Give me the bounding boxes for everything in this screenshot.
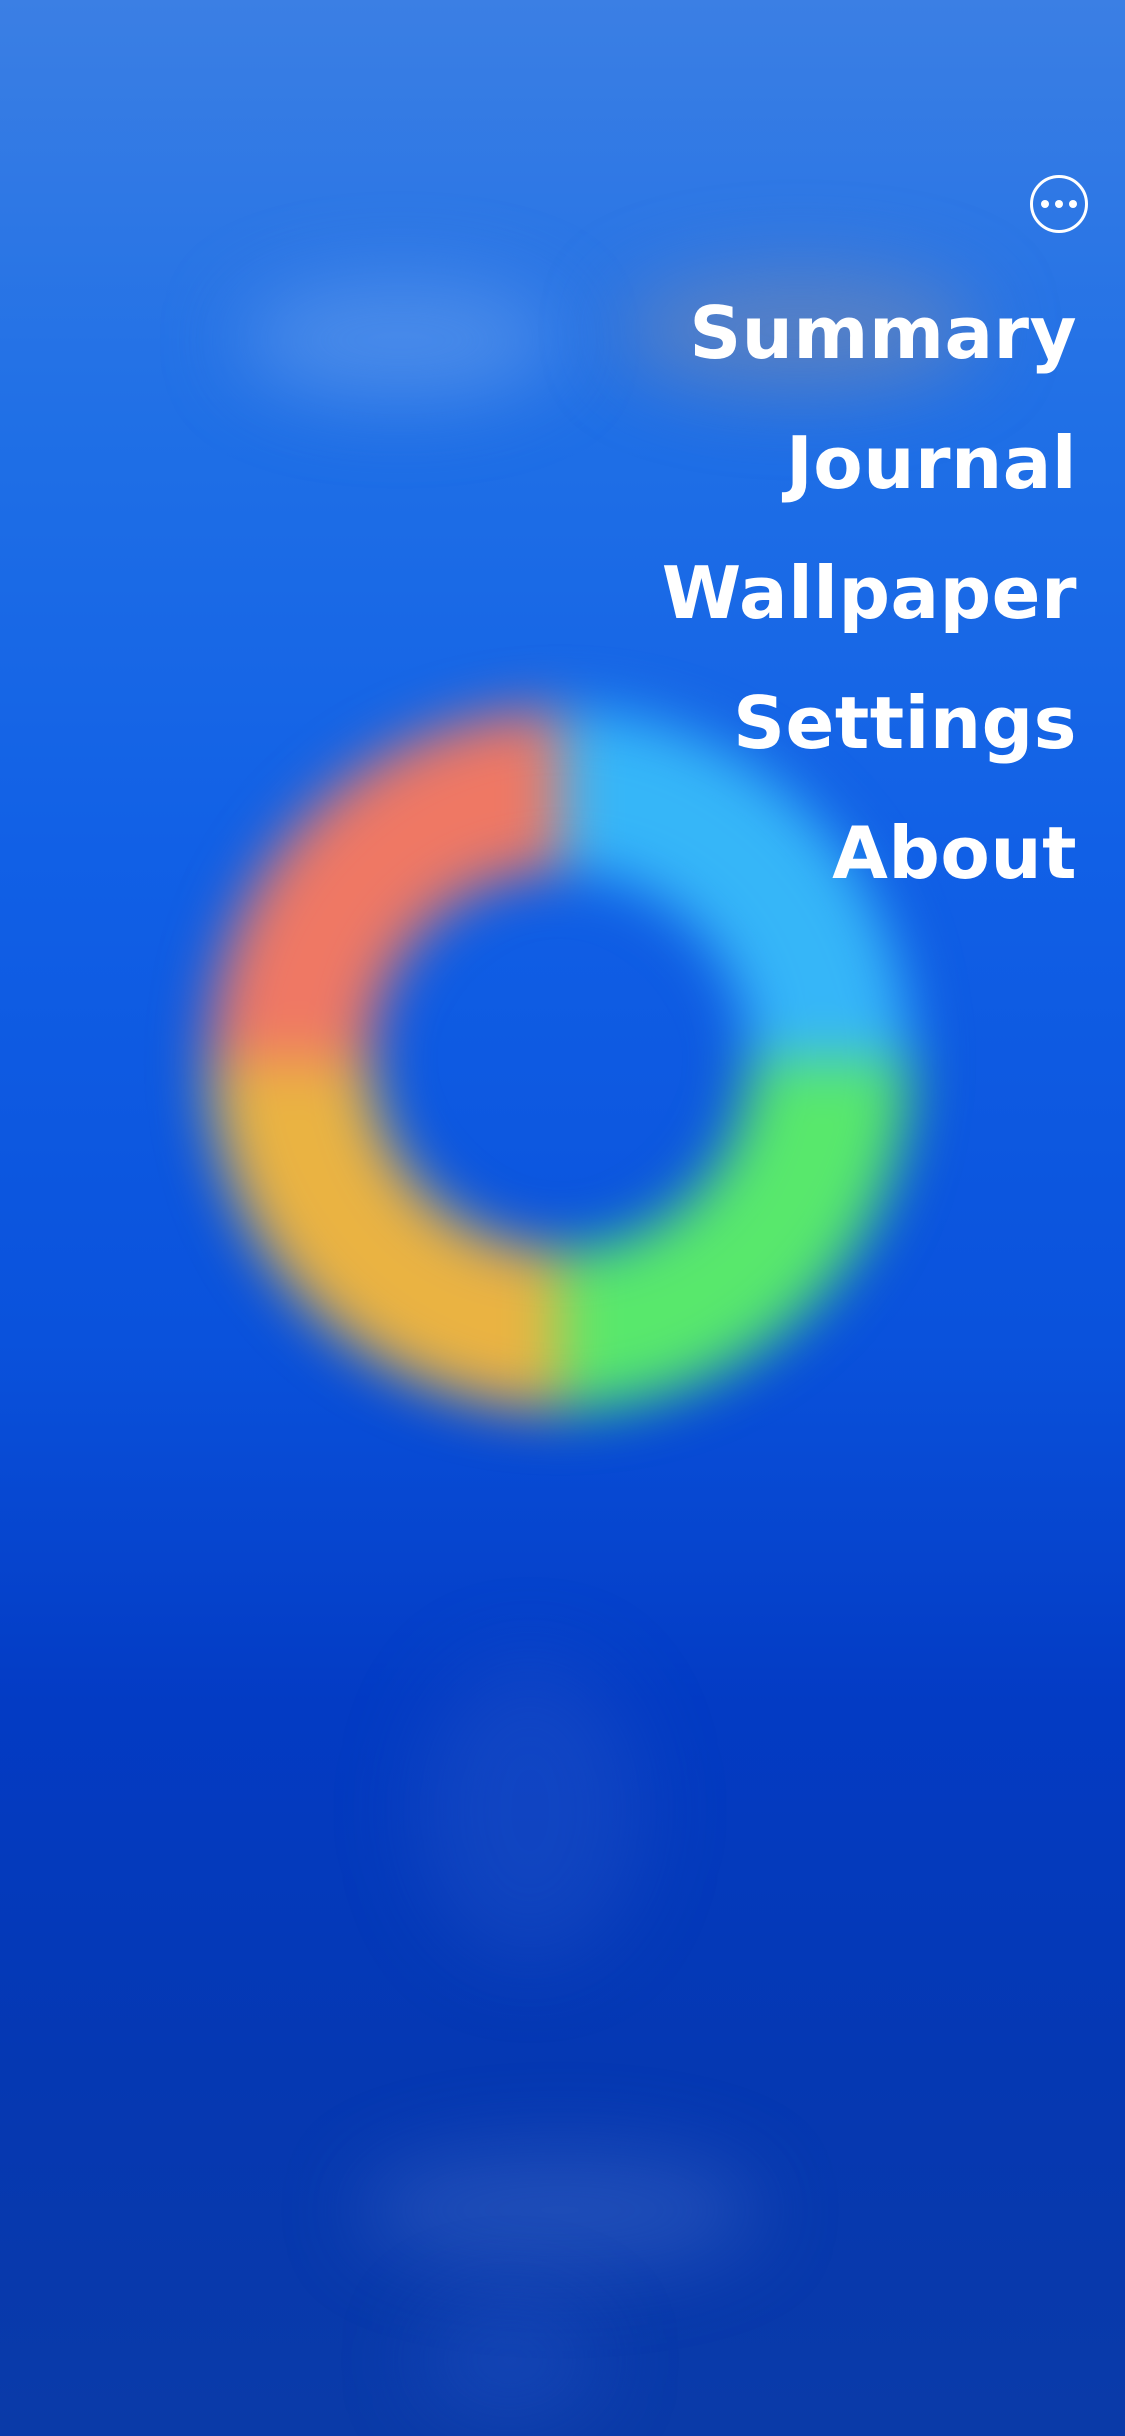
background-blur-blob <box>360 2150 760 2270</box>
background-blur-blob <box>420 1660 640 1960</box>
ring-segment-yellow <box>210 1058 562 1410</box>
more-options-button[interactable] <box>1030 175 1088 233</box>
menu-item-wallpaper[interactable]: Wallpaper <box>662 528 1077 658</box>
more-horizontal-icon <box>1041 200 1049 208</box>
more-horizontal-icon <box>1055 200 1063 208</box>
side-menu: Summary Journal Wallpaper Settings About <box>662 268 1077 918</box>
ring-segment-red <box>210 710 562 1062</box>
menu-item-summary[interactable]: Summary <box>689 268 1077 398</box>
more-horizontal-icon <box>1069 200 1077 208</box>
background-blur-blob <box>240 280 560 400</box>
menu-item-about[interactable]: About <box>832 788 1077 918</box>
menu-item-settings[interactable]: Settings <box>733 658 1077 788</box>
background-blur-blob <box>420 2300 600 2420</box>
ring-segment-green <box>558 1058 910 1410</box>
menu-item-journal[interactable]: Journal <box>786 398 1077 528</box>
